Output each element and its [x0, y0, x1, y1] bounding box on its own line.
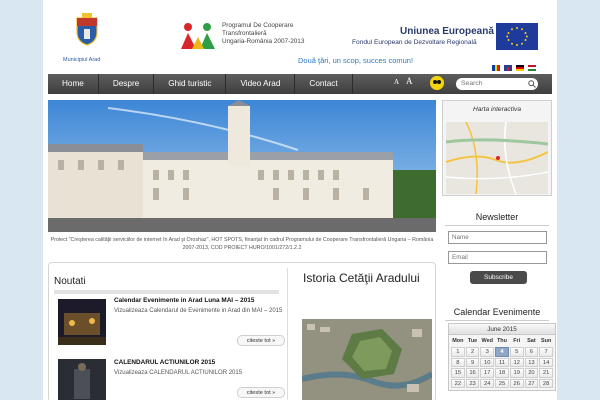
- map-title: Harta interactiva: [472, 106, 521, 113]
- flag-en-icon[interactable]: [504, 65, 512, 71]
- calendar-day[interactable]: 7: [539, 347, 553, 357]
- calendar-day[interactable]: 8: [451, 357, 465, 367]
- calendar-day[interactable]: 22: [451, 378, 465, 388]
- calendar-weekday: Thu: [496, 338, 508, 344]
- subscribe-button[interactable]: Subscribe: [470, 271, 527, 284]
- calendar-weekday: Tue: [467, 338, 478, 344]
- calendar-day[interactable]: 17: [480, 368, 495, 378]
- calendar-day[interactable]: 20: [524, 368, 539, 378]
- calendar-day[interactable]: 27: [524, 378, 539, 388]
- hero-caption: Proiect "Creşterea calităţii serviciilor…: [50, 237, 434, 251]
- program-line: Programul De Cooperare: [222, 22, 294, 29]
- calendar-weekday: Sun: [540, 338, 552, 344]
- newsletter-title: Newsletter: [475, 212, 519, 222]
- calendar-day[interactable]: 26: [509, 378, 524, 388]
- city-crest-logo[interactable]: [73, 12, 101, 46]
- calendar-day[interactable]: 4: [495, 347, 509, 357]
- flag-de-icon[interactable]: [516, 65, 524, 71]
- calendar-day[interactable]: 10: [480, 357, 495, 367]
- news-item-text: Vizualizeaza CALENDARUL ACTIUNILOR 2015: [114, 370, 243, 376]
- calendar-day[interactable]: 5: [509, 347, 524, 357]
- language-flags: [492, 65, 536, 71]
- news-thumbnail[interactable]: [58, 359, 106, 400]
- calendar-weekday: Sat: [527, 338, 536, 344]
- eu-title: Uniunea Europeană: [400, 26, 494, 37]
- calendar-day[interactable]: 6: [524, 347, 539, 357]
- event-calendar: June 2015 Mon Tue Wed Thu Fri Sat Sun 1 2 3 4 5 6 7 8 9…: [448, 323, 556, 391]
- calendar-day[interactable]: 25: [495, 378, 509, 388]
- search-input[interactable]: [456, 78, 538, 90]
- newsletter-divider: [445, 225, 549, 226]
- nav-item-ghid-turistic[interactable]: Ghid turistic: [154, 74, 227, 94]
- cooperation-program-logo: [181, 23, 215, 49]
- news-thumbnail[interactable]: [58, 299, 106, 345]
- flag-hu-icon[interactable]: [528, 65, 536, 71]
- news-title-underline: [54, 290, 279, 294]
- news-item-text: Vizualizeaza Calendarul de Evenimente in…: [114, 308, 283, 314]
- calendar-grid: Mon Tue Wed Thu Fri Sat Sun 1 2 3 4 5 6 7 8 9 10 11 12 13 14…: [449, 335, 555, 390]
- nav-item-despre[interactable]: Despre: [99, 74, 155, 94]
- calendar-divider: [445, 320, 549, 321]
- calendar-day[interactable]: 3: [480, 347, 495, 357]
- program-text: Programul De Cooperare Transfrontalieră …: [222, 22, 304, 46]
- calendar-day[interactable]: 16: [465, 368, 480, 378]
- calendar-weekday: Wed: [481, 338, 494, 344]
- hero-image-city-hall: [48, 100, 436, 232]
- calendar-day[interactable]: 19: [509, 368, 524, 378]
- calendar-day[interactable]: 21: [539, 368, 553, 378]
- calendar-weekday: Mon: [452, 338, 464, 344]
- calendar-day[interactable]: 23: [465, 378, 480, 388]
- calendar-day[interactable]: 14: [539, 357, 553, 367]
- eu-flag-icon: [496, 23, 538, 50]
- search-icon[interactable]: [528, 80, 536, 88]
- calendar-day[interactable]: 9: [465, 357, 480, 367]
- calendar-day[interactable]: 24: [480, 378, 495, 388]
- nav-item-home[interactable]: Home: [48, 74, 99, 94]
- news-column-divider: [287, 268, 288, 400]
- calendar-weekday: Fri: [513, 338, 521, 344]
- read-more-button[interactable]: citeste tot »: [237, 335, 285, 346]
- page: Municipiul Arad Programul De Cooperare T…: [43, 0, 557, 400]
- flag-ro-icon[interactable]: [492, 65, 501, 71]
- map-thumbnail[interactable]: [446, 122, 548, 194]
- calendar-title: Calendar Evenimente: [453, 307, 541, 317]
- interactive-map-widget[interactable]: Harta interactiva: [442, 100, 552, 196]
- newsletter-email-input[interactable]: [448, 251, 547, 264]
- calendar-day[interactable]: 13: [524, 357, 539, 367]
- font-decrease-button[interactable]: A: [394, 78, 399, 86]
- news-title: Noutati: [54, 276, 86, 287]
- calendar-day[interactable]: 2: [465, 347, 480, 357]
- news-item-title[interactable]: CALENDARUL ACTIUNILOR 2015: [114, 359, 215, 366]
- calendar-day[interactable]: 15: [451, 368, 465, 378]
- accessibility-icon[interactable]: [430, 76, 444, 90]
- fortress-aerial-image[interactable]: [302, 319, 432, 400]
- program-line: Transfrontalieră: [222, 30, 267, 37]
- slogan: Două ţări, un scop, succes comun!: [298, 56, 414, 65]
- newsletter-name-input[interactable]: [448, 231, 547, 244]
- eu-subtitle: Fondul European de Dezvoltare Regională: [352, 39, 477, 46]
- nav-item-contact[interactable]: Contact: [295, 74, 353, 94]
- nav-item-video-arad[interactable]: Video Arad: [226, 74, 296, 94]
- story-title[interactable]: Istoria Cetăţii Aradului: [303, 270, 435, 286]
- read-more-button[interactable]: citeste tot »: [237, 387, 285, 398]
- calendar-day[interactable]: 12: [509, 357, 524, 367]
- news-item-title[interactable]: Calendar Evenimente in Arad Luna MAI – 2…: [114, 297, 254, 304]
- calendar-day[interactable]: 28: [539, 378, 553, 388]
- program-line: Ungaria-România 2007-2013: [222, 38, 305, 45]
- calendar-day[interactable]: 1: [451, 347, 465, 357]
- calendar-day[interactable]: 11: [495, 357, 509, 367]
- calendar-month: June 2015: [449, 324, 555, 335]
- font-increase-button[interactable]: A: [406, 76, 413, 86]
- city-label: Municipiul Arad: [63, 57, 101, 63]
- calendar-day[interactable]: 18: [495, 368, 509, 378]
